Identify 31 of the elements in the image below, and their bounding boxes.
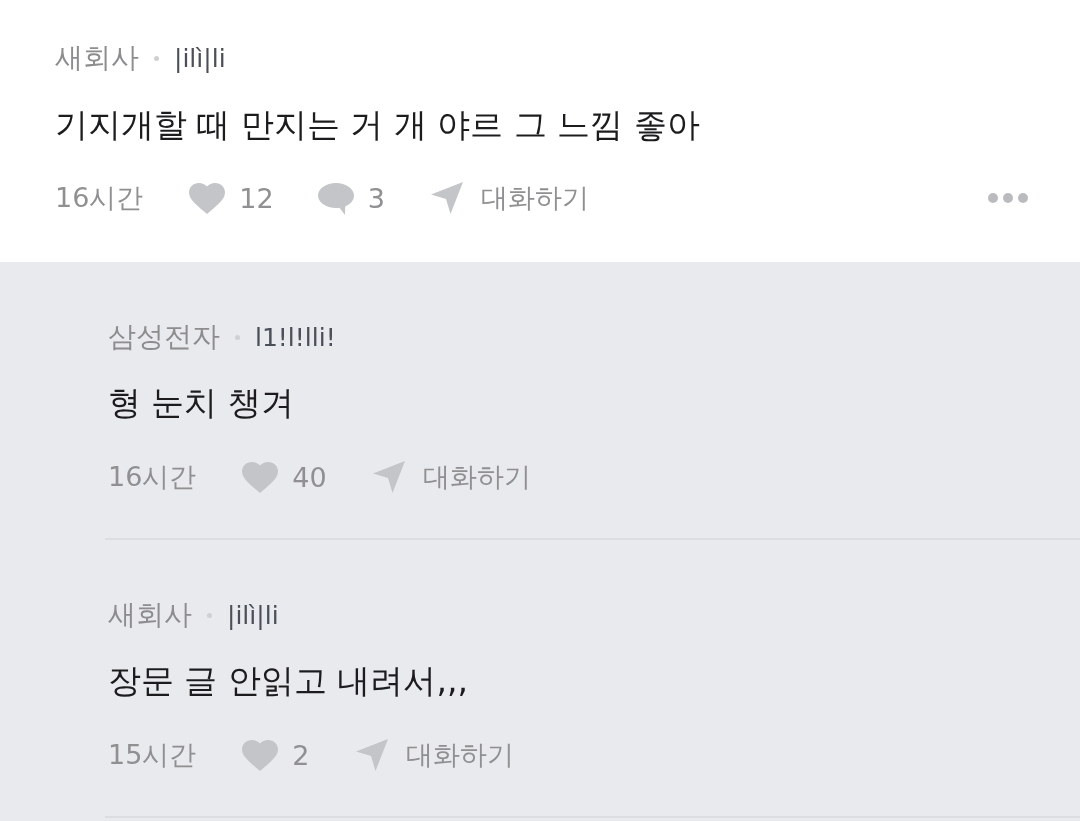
more-button[interactable] [988, 193, 1028, 203]
dot-icon [207, 612, 212, 618]
paper-plane-icon [355, 739, 388, 771]
like-button[interactable]: 2 [242, 739, 310, 771]
time-text: 16시간 [108, 460, 197, 494]
heart-icon [242, 461, 279, 493]
user-handle: |ilì|li [227, 600, 279, 630]
paper-plane-icon [430, 182, 463, 214]
comment-text: 기지개할 때 만지는 거 개 야르 그 느낌 좋아 [55, 104, 700, 146]
dot-icon [154, 55, 159, 61]
chat-button[interactable]: 대화하기 [355, 737, 514, 773]
more-icon [988, 193, 1028, 203]
comment-text: 형 눈치 챙겨 [108, 382, 294, 424]
heart-icon [189, 182, 226, 214]
paper-plane-icon [372, 461, 405, 493]
author-name: 새회사 [55, 40, 139, 76]
user-handle: |ilì|li [174, 43, 226, 73]
speech-bubble-icon [317, 181, 354, 215]
author-name: 삼성전자 [108, 319, 220, 355]
dot-icon [235, 334, 240, 340]
time-text: 15시간 [108, 738, 197, 772]
heart-icon [242, 739, 279, 771]
user-handle: l1!l!lli! [255, 322, 336, 352]
like-button[interactable]: 12 [189, 182, 274, 214]
like-button[interactable]: 40 [242, 461, 327, 493]
comment-text: 장문 글 안읽고 내려서,,, [108, 660, 468, 702]
chat-button[interactable]: 대화하기 [372, 459, 531, 495]
chat-button[interactable]: 대화하기 [430, 180, 589, 216]
author-name: 새회사 [108, 597, 192, 633]
comment-button[interactable]: 3 [317, 181, 385, 215]
time-text: 16시간 [55, 181, 144, 215]
